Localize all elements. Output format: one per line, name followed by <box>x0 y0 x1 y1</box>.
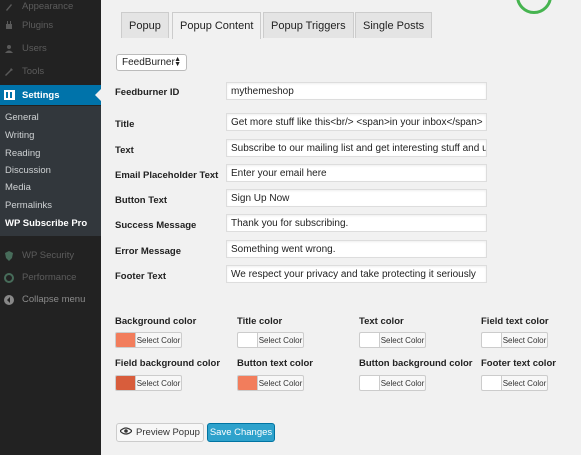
select-color-button[interactable]: Select Color <box>135 332 182 348</box>
select-color-button[interactable]: Select Color <box>257 332 304 348</box>
color-label: Field text color <box>481 316 549 327</box>
feedburner-id-input[interactable]: mythemeshop <box>226 82 487 100</box>
background-color-picker[interactable]: Select Color <box>115 332 182 348</box>
footer-text-color-picker[interactable]: Select Color <box>481 375 548 391</box>
color-label: Button background color <box>359 358 473 369</box>
title-input[interactable]: Get more stuff like this<br/> <span>in y… <box>226 113 487 131</box>
service-select-value: FeedBurner <box>122 57 175 68</box>
admin-sidebar: Appearance Plugins Users Tools Settings … <box>0 0 101 455</box>
color-swatch <box>237 332 257 348</box>
menu-item-label: Performance <box>22 272 77 283</box>
field-label: Feedburner ID <box>115 87 180 98</box>
color-swatch <box>237 375 257 391</box>
select-color-button[interactable]: Select Color <box>379 332 426 348</box>
color-label: Field background color <box>115 358 221 369</box>
menu-item-appearance[interactable]: Appearance <box>0 0 101 15</box>
color-label: Title color <box>237 316 283 327</box>
menu-item-label: Appearance <box>22 1 74 12</box>
success-message-input[interactable]: Thank you for subscribing. <box>226 214 487 232</box>
submenu-item-permalinks[interactable]: Permalinks <box>5 200 52 211</box>
menu-item-users[interactable]: Users <box>0 40 101 57</box>
submenu-item-wp-subscribe-pro[interactable]: WP Subscribe Pro <box>5 218 87 229</box>
email-placeholder-input[interactable]: Enter your email here <box>226 164 487 182</box>
preview-popup-label: Preview Popup <box>136 427 200 438</box>
button-background-color-picker[interactable]: Select Color <box>359 375 426 391</box>
select-arrows-icon: ▲ ▼ <box>174 56 181 68</box>
select-color-button[interactable]: Select Color <box>135 375 182 391</box>
select-color-button[interactable]: Select Color <box>501 332 548 348</box>
wrench-icon <box>4 67 16 77</box>
color-label: Background color <box>115 316 197 327</box>
menu-item-label: Tools <box>22 66 45 77</box>
menu-item-label: Plugins <box>22 20 54 31</box>
text-input[interactable]: Subscribe to our mailing list and get in… <box>226 139 487 157</box>
submenu-item-writing[interactable]: Writing <box>5 130 34 141</box>
color-swatch <box>359 332 379 348</box>
field-label: Title <box>115 119 135 130</box>
menu-item-label: Users <box>22 43 47 54</box>
color-label: Text color <box>359 316 404 327</box>
menu-item-plugins[interactable]: Plugins <box>0 17 101 34</box>
field-label: Email Placeholder Text <box>115 170 219 181</box>
submenu-item-reading[interactable]: Reading <box>5 148 40 159</box>
select-color-button[interactable]: Select Color <box>379 375 426 391</box>
color-swatch <box>481 332 501 348</box>
paintbrush-icon <box>4 2 16 12</box>
submenu-item-media[interactable]: Media <box>5 182 31 193</box>
tab-popup[interactable]: Popup <box>121 12 169 38</box>
settings-submenu: General Writing Reading Discussion Media… <box>0 106 101 236</box>
error-message-input[interactable]: Something went wrong. <box>226 240 487 258</box>
color-swatch <box>115 332 135 348</box>
field-label: Button Text <box>115 195 168 206</box>
shield-icon <box>4 250 16 261</box>
field-label: Success Message <box>115 220 197 231</box>
button-text-input[interactable]: Sign Up Now <box>226 189 487 207</box>
field-label: Footer Text <box>115 271 167 282</box>
eye-icon <box>119 427 133 438</box>
field-text-color-picker[interactable]: Select Color <box>481 332 548 348</box>
field-background-color-picker[interactable]: Select Color <box>115 375 182 391</box>
tab-single-posts[interactable]: Single Posts <box>355 12 433 38</box>
menu-item-label: Collapse menu <box>22 294 86 305</box>
menu-item-tools[interactable]: Tools <box>0 63 101 80</box>
users-icon <box>4 44 16 54</box>
menu-item-label: WP Security <box>22 250 75 261</box>
select-color-button[interactable]: Select Color <box>257 375 304 391</box>
color-swatch <box>115 375 135 391</box>
submenu-item-general[interactable]: General <box>5 112 39 123</box>
menu-item-wp-security[interactable]: WP Security <box>0 247 101 264</box>
gauge-icon <box>4 272 16 283</box>
preview-popup-button[interactable]: Preview Popup <box>116 423 204 442</box>
select-color-button[interactable]: Select Color <box>501 375 548 391</box>
title-color-picker[interactable]: Select Color <box>237 332 304 348</box>
collapse-icon <box>4 294 16 305</box>
collapse-menu-button[interactable]: Collapse menu <box>0 291 101 308</box>
field-label: Error Message <box>115 246 182 257</box>
tab-popup-content[interactable]: Popup Content <box>172 12 262 39</box>
color-swatch <box>359 375 379 391</box>
plugin-icon <box>4 20 16 31</box>
button-text-color-picker[interactable]: Select Color <box>237 375 304 391</box>
color-swatch <box>481 375 501 391</box>
submenu-item-discussion[interactable]: Discussion <box>5 165 51 176</box>
menu-item-label: Settings <box>22 89 60 101</box>
color-label: Button text color <box>237 358 313 369</box>
menu-item-settings[interactable]: Settings <box>0 85 101 105</box>
settings-icon <box>4 90 16 100</box>
text-color-picker[interactable]: Select Color <box>359 332 426 348</box>
service-select[interactable]: FeedBurner ▲ ▼ <box>116 54 187 71</box>
menu-item-performance[interactable]: Performance <box>0 269 101 286</box>
save-changes-button[interactable]: Save Changes <box>207 423 275 442</box>
color-label: Footer text color <box>481 358 556 369</box>
footer-text-input[interactable]: We respect your privacy and take protect… <box>226 265 487 283</box>
field-label: Text <box>115 145 134 156</box>
tab-popup-triggers[interactable]: Popup Triggers <box>263 12 354 38</box>
